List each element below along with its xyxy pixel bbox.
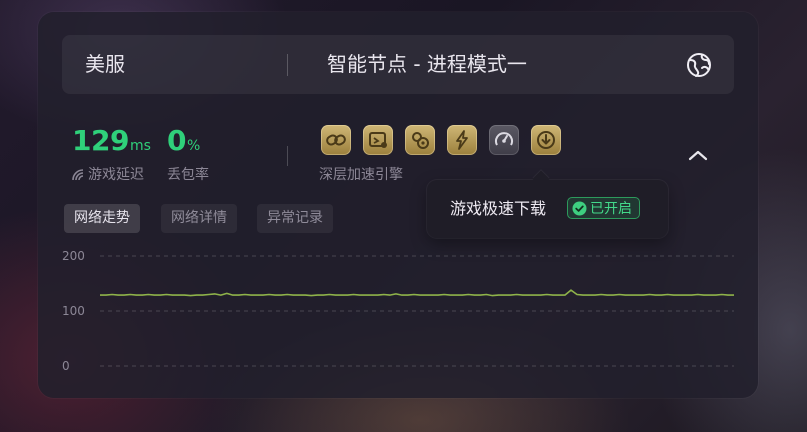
- download-tooltip: 游戏极速下载 已开启: [427, 170, 668, 238]
- y-tick-label: 200: [62, 249, 85, 263]
- status-badge: 已开启: [567, 197, 640, 219]
- check-circle-icon: [572, 201, 587, 215]
- network-panel: 美服 智能节点 - 进程模式一 129ms 游戏延迟 0% 丢包率 深层加速引擎…: [38, 12, 758, 398]
- badge-label: 已开启: [590, 201, 632, 217]
- tooltip-text: 游戏极速下载: [450, 199, 547, 218]
- y-tick-label: 100: [62, 304, 85, 318]
- latency-series-line: [100, 289, 734, 297]
- y-tick-label: 0: [62, 359, 70, 373]
